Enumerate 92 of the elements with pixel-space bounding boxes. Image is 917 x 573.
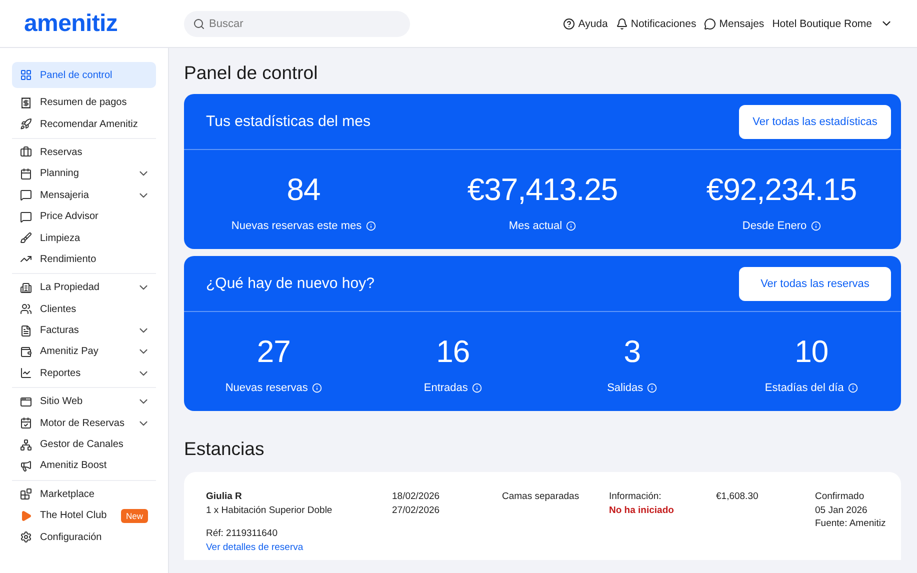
stat-value: €37,413.25 bbox=[467, 172, 618, 208]
sidebar-item[interactable]: Resumen de pagos bbox=[12, 92, 156, 114]
stat-value: 27 bbox=[256, 334, 290, 370]
header-link[interactable]: Ayuda bbox=[563, 18, 608, 30]
stat-label: Salidas bbox=[607, 382, 644, 394]
blocks-icon bbox=[20, 488, 32, 500]
stat-value: €92,234.15 bbox=[706, 172, 857, 208]
guest-name: Giulia R bbox=[206, 490, 243, 504]
check-in-date: 18/02/2026 bbox=[392, 490, 441, 504]
card-title: ¿Qué hay de nuevo hoy? bbox=[206, 275, 374, 292]
search-icon bbox=[193, 18, 205, 30]
info-icon[interactable] bbox=[366, 221, 376, 231]
header-link[interactable]: Mensajes bbox=[704, 18, 764, 30]
stat-label: Nuevas reservas este mes bbox=[231, 220, 362, 232]
info-icon[interactable] bbox=[566, 221, 576, 231]
card-title: Tus estadísticas del mes bbox=[206, 113, 371, 130]
booking-details-link[interactable]: Ver detalles de reserva bbox=[206, 540, 392, 554]
play-icon bbox=[20, 510, 32, 522]
info-icon[interactable] bbox=[810, 221, 821, 231]
rocket-icon bbox=[20, 118, 32, 130]
briefcase-icon bbox=[20, 146, 32, 158]
check-out-date: 27/02/2026 bbox=[392, 504, 441, 517]
calendar-icon bbox=[20, 168, 32, 180]
info-icon[interactable] bbox=[312, 383, 322, 393]
receipt-icon bbox=[20, 96, 32, 109]
info-icon[interactable] bbox=[848, 383, 858, 393]
view-all-button[interactable]: Ver todas las estadísticas bbox=[739, 104, 891, 138]
network-icon bbox=[20, 438, 32, 451]
sidebar-item[interactable]: Sitio Web bbox=[12, 391, 156, 412]
sidebar-item[interactable]: Marketplace bbox=[12, 484, 156, 506]
bed-type: Camas separadas bbox=[502, 490, 580, 504]
sidebar-item[interactable]: Configuración bbox=[12, 526, 156, 548]
sidebar-item[interactable]: Facturas bbox=[12, 320, 156, 342]
message-icon bbox=[20, 189, 32, 202]
booking-source: Fuente: Amenitiz bbox=[815, 517, 886, 530]
view-all-button[interactable]: Ver todas las reservas bbox=[739, 266, 891, 300]
sidebar-item[interactable]: Reportes bbox=[12, 362, 156, 384]
logo: amenitiz bbox=[24, 10, 119, 38]
stat-label: Nuevas reservas bbox=[225, 382, 308, 394]
room-type: 1 x Habitación Superior Doble bbox=[206, 504, 334, 517]
stat-label: Desde Enero bbox=[742, 220, 807, 232]
calendar-check-icon bbox=[20, 417, 32, 430]
new-badge: New bbox=[120, 508, 148, 523]
booking-status: Confirmado bbox=[815, 490, 866, 504]
megaphone-icon bbox=[20, 460, 32, 472]
grid-icon bbox=[20, 69, 32, 81]
bell-icon bbox=[616, 18, 628, 30]
sidebar-item[interactable]: The Hotel Club New bbox=[12, 505, 156, 526]
section-title: Estancias bbox=[184, 438, 266, 460]
page-title: Panel de control bbox=[184, 62, 319, 84]
info-icon[interactable] bbox=[472, 383, 482, 393]
property-selector[interactable]: Hotel Boutique Rome bbox=[772, 18, 872, 30]
sidebar-item[interactable]: Price Advisor bbox=[12, 206, 156, 228]
sidebar-item[interactable]: Amenitiz Pay bbox=[12, 341, 156, 363]
sidebar-item[interactable]: Gestor de Canales bbox=[12, 434, 156, 456]
sidebar-item[interactable]: Amenitiz Boost bbox=[12, 455, 156, 477]
sidebar-item[interactable]: Planning bbox=[12, 163, 156, 185]
search-field[interactable]: Buscar bbox=[184, 10, 410, 36]
wallet-icon bbox=[20, 346, 32, 358]
booking-date: 05 Jan 2026 bbox=[815, 504, 868, 517]
sidebar-item[interactable]: Clientes bbox=[12, 298, 156, 320]
stat-label: Mes actual bbox=[508, 220, 562, 232]
info-label: Información: bbox=[609, 490, 662, 504]
booking-reference: Réf: 2119311640 bbox=[206, 527, 278, 540]
price: €1,608.30 bbox=[716, 490, 760, 504]
header-link[interactable]: Notificaciones bbox=[616, 18, 696, 30]
brush-icon bbox=[20, 232, 32, 244]
stat-value: 16 bbox=[436, 334, 470, 370]
sidebar-item[interactable]: La Propiedad bbox=[12, 277, 156, 299]
info-icon[interactable] bbox=[647, 383, 658, 393]
building-icon bbox=[20, 282, 32, 294]
chart-icon bbox=[20, 367, 32, 380]
chat-icon bbox=[704, 18, 716, 30]
sidebar-item[interactable]: Limpieza bbox=[12, 227, 156, 249]
message-icon bbox=[20, 210, 32, 223]
sidebar-item[interactable]: Panel de control bbox=[12, 62, 156, 88]
settings-icon bbox=[20, 531, 32, 544]
stat-value: 84 bbox=[286, 172, 320, 208]
sidebar-item[interactable]: Motor de Reservas bbox=[12, 412, 156, 434]
sidebar-item[interactable]: Mensajeria bbox=[12, 184, 156, 206]
stat-value: 10 bbox=[794, 334, 828, 370]
users-icon bbox=[20, 303, 32, 316]
stat-label: Estadías del día bbox=[764, 382, 844, 394]
document-icon bbox=[20, 324, 32, 337]
sidebar-item[interactable]: Recomendar Amenitiz bbox=[12, 113, 156, 135]
window-icon bbox=[20, 396, 32, 408]
stat-label: Entradas bbox=[424, 382, 468, 394]
info-status: No ha iniciado bbox=[609, 504, 675, 517]
help-icon bbox=[563, 18, 576, 30]
stat-value: 3 bbox=[624, 334, 640, 370]
sidebar-item[interactable]: Rendimiento bbox=[12, 248, 156, 270]
sidebar-item[interactable]: Reservas bbox=[12, 142, 156, 164]
